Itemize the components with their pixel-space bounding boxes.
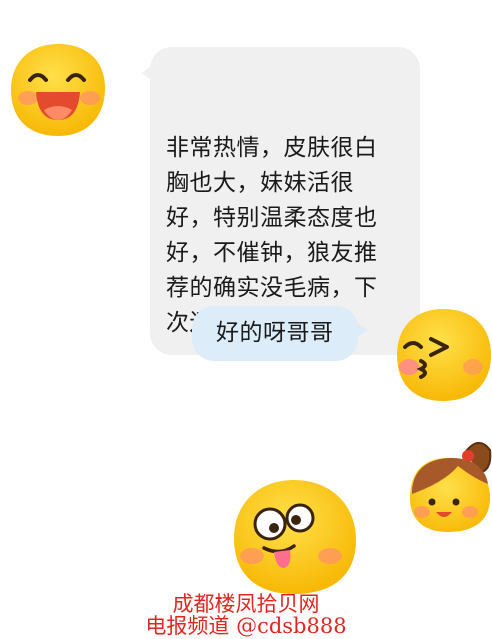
bubble-tail [141, 65, 153, 81]
tongue-out-emoji-sticker [230, 476, 360, 596]
ponytail-girl-emoji-sticker [408, 432, 492, 534]
watermark-channel: 电报频道 @cdsb888 [145, 614, 347, 638]
bubble-tail [355, 322, 368, 338]
watermark-site-name: 成都楼凤拾贝网 [172, 592, 320, 616]
outgoing-message-text: 好的呀哥哥 [216, 320, 334, 346]
outgoing-message-bubble[interactable]: 好的呀哥哥 [192, 306, 368, 361]
chat-screen: 非常热情，皮肤很白 胸也大，妹妹活很 好，特别温柔态度也 好，不催钟，狼友推 荐… [0, 0, 492, 639]
kissing-wink-emoji-avatar[interactable] [395, 303, 492, 403]
laughing-emoji-avatar[interactable] [8, 40, 108, 140]
